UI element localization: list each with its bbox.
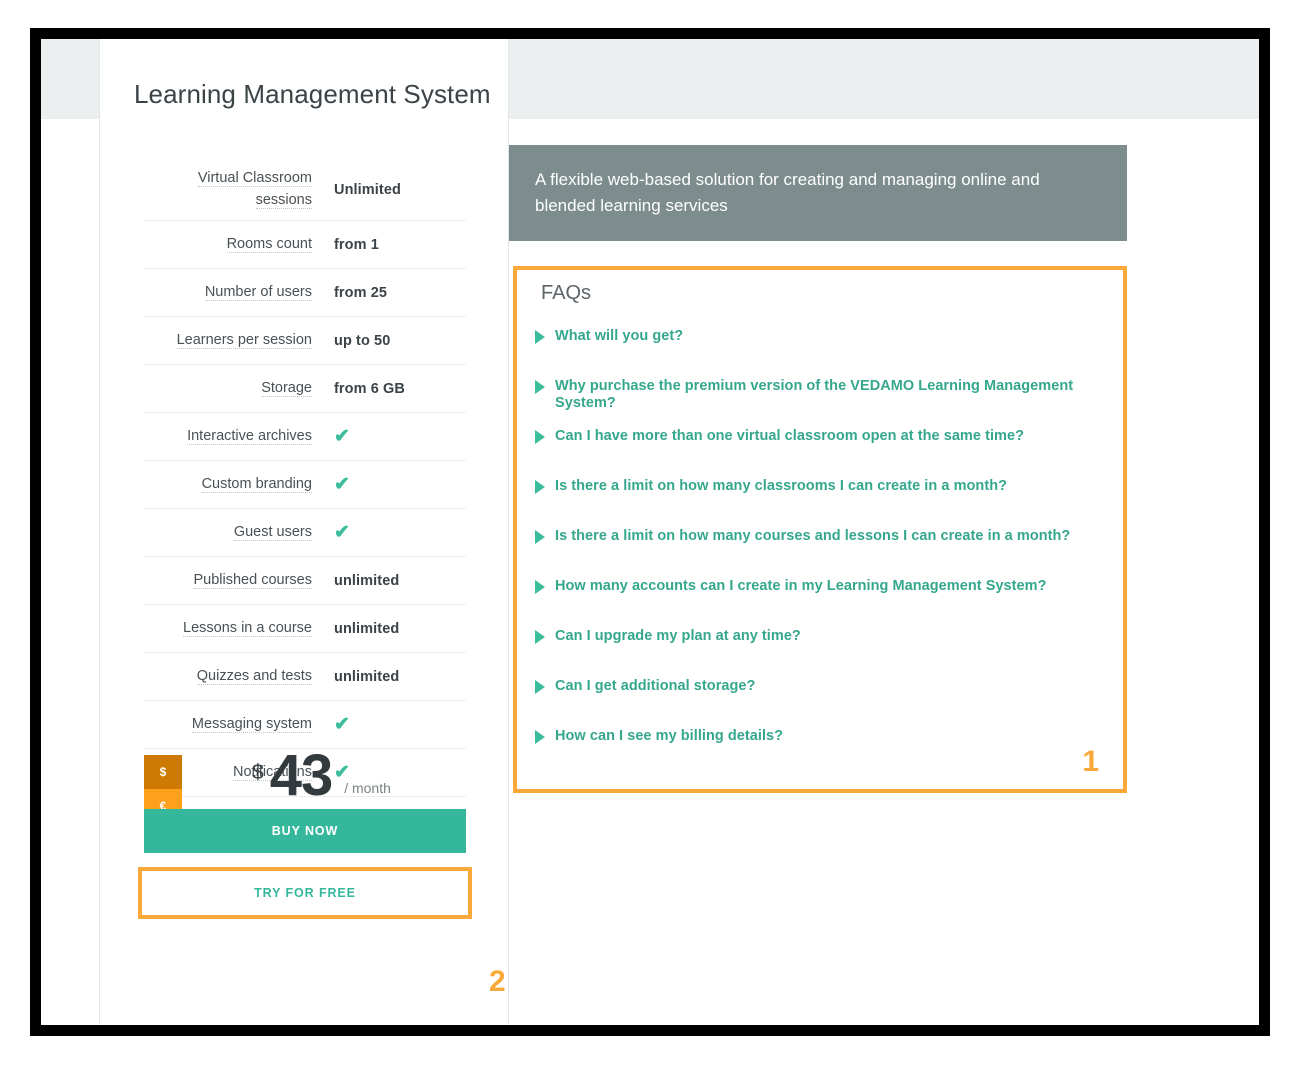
right-column: A flexible web-based solution for creati… (509, 39, 1259, 1024)
triangle-right-icon (535, 680, 545, 694)
triangle-right-icon (535, 380, 545, 394)
faq-question-label: Why purchase the premium version of the … (555, 378, 1074, 412)
faq-item[interactable]: Can I upgrade my plan at any time? (535, 628, 1109, 678)
plan-card: Learning Management System Virtual Class… (99, 39, 509, 1024)
feature-label[interactable]: Number of users (144, 282, 334, 303)
faq-title: FAQs (541, 282, 592, 304)
faq-item[interactable]: Is there a limit on how many classrooms … (535, 478, 1109, 528)
feature-label-text: Virtual Classroom sessions (197, 170, 312, 209)
faq-question-label: What will you get? (555, 328, 684, 344)
feature-row: Storage from 6 GB (144, 365, 466, 413)
price-block: $ € $ 43 / month (144, 739, 466, 823)
faq-question-label: Can I upgrade my plan at any time? (555, 628, 801, 644)
try-for-free-highlight: TRY FOR FREE (138, 867, 472, 919)
feature-label-text: Learners per session (176, 331, 312, 349)
feature-value: from 6 GB (334, 380, 405, 397)
check-icon: ✔ (334, 426, 351, 447)
feature-label[interactable]: Quizzes and tests (144, 666, 334, 687)
tagline-banner: A flexible web-based solution for creati… (509, 145, 1127, 241)
check-icon: ✔ (334, 714, 351, 735)
faq-list: What will you get? Why purchase the premi… (535, 328, 1109, 778)
faq-item[interactable]: Why purchase the premium version of the … (535, 378, 1109, 428)
feature-label-text: Number of users (204, 283, 312, 301)
feature-row: Virtual Classroom sessions Unlimited (144, 159, 466, 221)
triangle-right-icon (535, 730, 545, 744)
faq-question-label: How many accounts can I create in my Lea… (555, 578, 1047, 594)
feature-value: up to 50 (334, 332, 391, 349)
feature-label[interactable]: Published courses (144, 570, 334, 591)
feature-table: Virtual Classroom sessions Unlimited Rooms… (144, 159, 466, 797)
feature-label-text: Interactive archives (187, 427, 312, 445)
faq-item[interactable]: Is there a limit on how many courses and… (535, 528, 1109, 578)
feature-label-text: Messaging system (191, 715, 312, 733)
faq-panel: FAQs What will you get? Why purchase the … (513, 266, 1127, 793)
annotation-marker-1: 1 (1082, 745, 1099, 778)
price-amount: $ 43 / month (252, 747, 391, 805)
feature-row: Number of users from 25 (144, 269, 466, 317)
feature-label[interactable]: Learners per session (144, 330, 334, 351)
feature-row: Guest users ✔ (144, 509, 466, 557)
triangle-right-icon (535, 580, 545, 594)
feature-value: Unlimited (334, 181, 401, 198)
faq-item[interactable]: How can I see my billing details? (535, 728, 1109, 778)
feature-value: from 25 (334, 284, 388, 301)
faq-question-label: Is there a limit on how many courses and… (555, 528, 1071, 544)
faq-item[interactable]: What will you get? (535, 328, 1109, 378)
browser-frame: Learning Management System Virtual Class… (30, 28, 1270, 1036)
check-icon: ✔ (334, 522, 351, 543)
feature-label-text: Guest users (233, 523, 312, 541)
page-viewport: Learning Management System Virtual Class… (41, 39, 1259, 1025)
feature-label-text: Published courses (193, 571, 312, 589)
feature-label-text: Custom branding (201, 475, 312, 493)
feature-row: Published courses unlimited (144, 557, 466, 605)
feature-value: unlimited (334, 572, 400, 589)
feature-row: Rooms count from 1 (144, 221, 466, 269)
feature-label[interactable]: Custom branding (144, 474, 334, 495)
triangle-right-icon (535, 330, 545, 344)
feature-label[interactable]: Rooms count (144, 234, 334, 255)
triangle-right-icon (535, 630, 545, 644)
feature-label[interactable]: Virtual Classroom sessions (144, 168, 334, 210)
feature-label[interactable]: Lessons in a course (144, 618, 334, 639)
price-currency-symbol: $ (252, 761, 264, 784)
faq-item[interactable]: Can I have more than one virtual classro… (535, 428, 1109, 478)
annotation-marker-2: 2 (489, 965, 506, 998)
feature-label-text: Lessons in a course (183, 619, 312, 637)
feature-value: unlimited (334, 668, 400, 685)
price-value: 43 (269, 743, 334, 808)
triangle-right-icon (535, 530, 545, 544)
feature-label-text: Storage (261, 379, 312, 397)
feature-label-text: Rooms count (226, 235, 312, 253)
feature-label[interactable]: Interactive archives (144, 426, 334, 447)
faq-item[interactable]: How many accounts can I create in my Lea… (535, 578, 1109, 628)
feature-label[interactable]: Messaging system (144, 714, 334, 735)
triangle-right-icon (535, 480, 545, 494)
feature-label[interactable]: Guest users (144, 522, 334, 543)
check-icon: ✔ (334, 474, 351, 495)
feature-row: Custom branding ✔ (144, 461, 466, 509)
buy-now-button[interactable]: BUY NOW (144, 809, 466, 853)
feature-value: from 1 (334, 236, 379, 253)
triangle-right-icon (535, 430, 545, 444)
feature-label[interactable]: Storage (144, 378, 334, 399)
faq-question-label: How can I see my billing details? (555, 728, 784, 744)
faq-item[interactable]: Can I get additional storage? (535, 678, 1109, 728)
feature-row: Learners per session up to 50 (144, 317, 466, 365)
feature-row: Quizzes and tests unlimited (144, 653, 466, 701)
faq-question-label: Can I have more than one virtual classro… (555, 428, 1024, 444)
faq-question-label: Can I get additional storage? (555, 678, 756, 694)
try-for-free-button[interactable]: TRY FOR FREE (142, 871, 468, 915)
feature-value: unlimited (334, 620, 400, 637)
currency-usd-button[interactable]: $ (144, 755, 182, 789)
feature-row: Interactive archives ✔ (144, 413, 466, 461)
faq-question-label: Is there a limit on how many classrooms … (555, 478, 1008, 494)
price-period: / month (344, 780, 391, 796)
page-title: Learning Management System (134, 79, 491, 109)
feature-row: Lessons in a course unlimited (144, 605, 466, 653)
feature-label-text: Quizzes and tests (196, 667, 312, 685)
screenshot-canvas: Learning Management System Virtual Class… (0, 0, 1291, 1073)
